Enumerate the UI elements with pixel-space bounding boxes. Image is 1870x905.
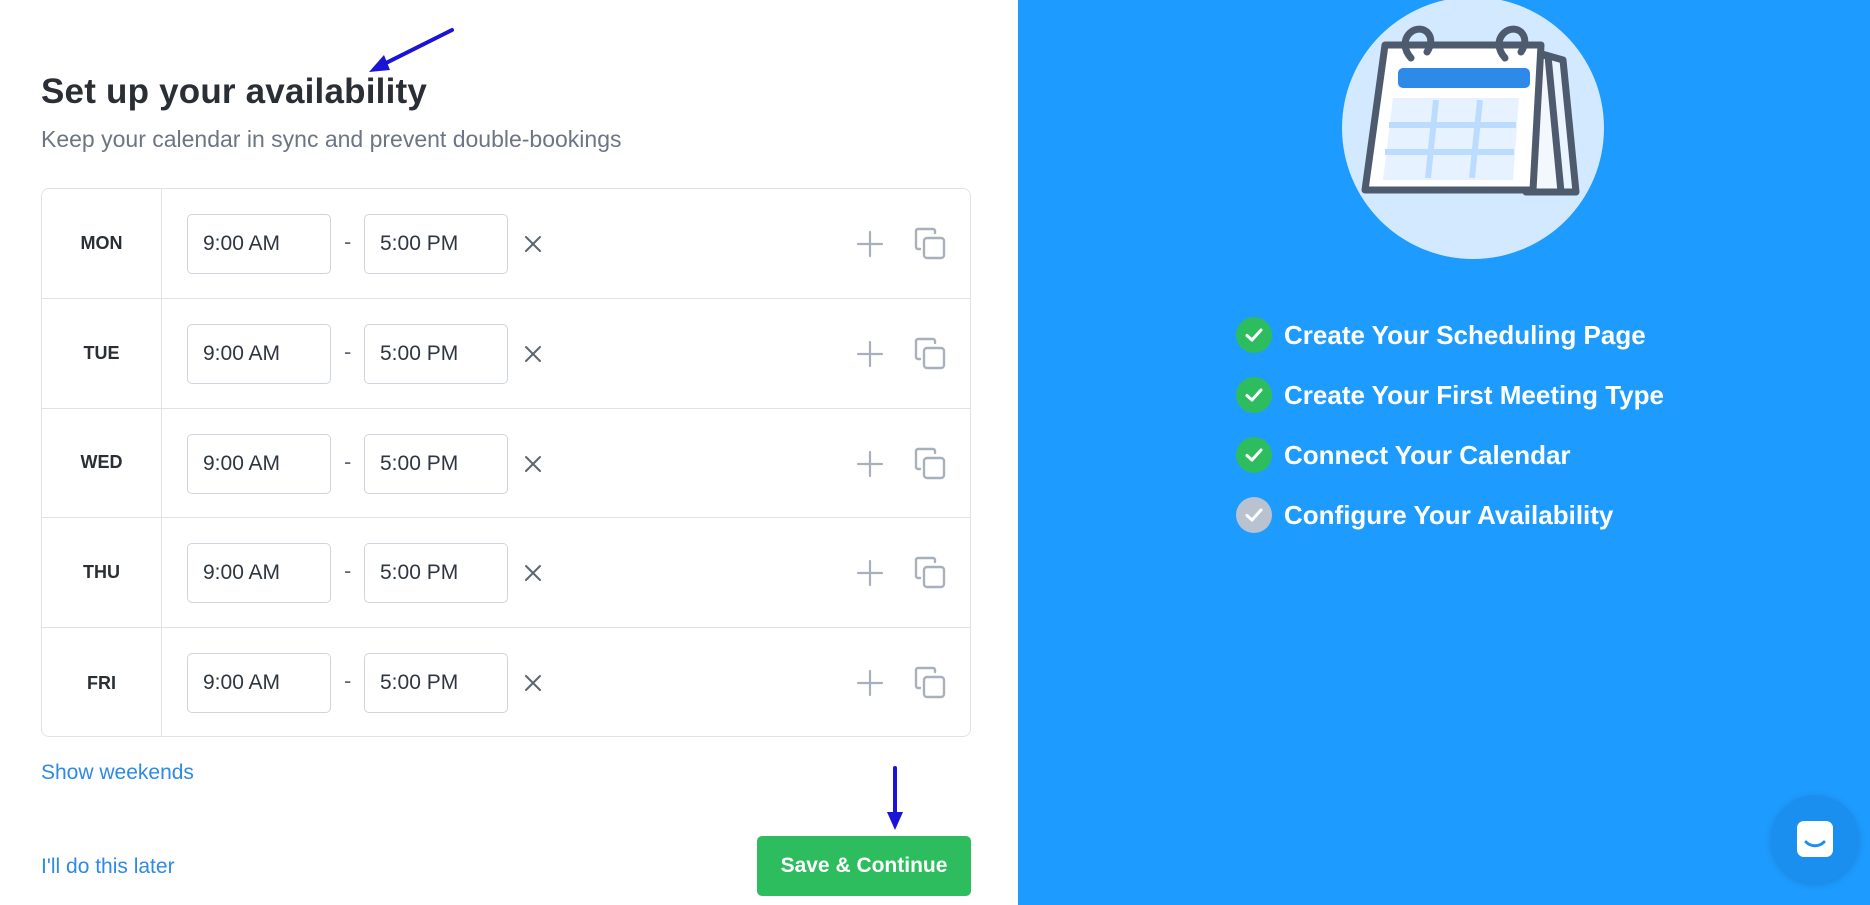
annotation-arrow-icon xyxy=(887,766,903,830)
plus-icon[interactable] xyxy=(850,553,890,593)
close-icon[interactable] xyxy=(516,556,550,590)
step-label: Create Your Scheduling Page xyxy=(1284,319,1646,350)
start-time-input[interactable]: 9:00 AM xyxy=(187,433,331,494)
copy-icon[interactable] xyxy=(910,224,950,264)
page-title: Set up your availability xyxy=(41,72,428,111)
schedule-row-mon: MON 9:00 AM - 5:00 PM xyxy=(42,189,970,299)
plus-icon[interactable] xyxy=(850,444,890,484)
plus-icon[interactable] xyxy=(850,334,890,374)
close-icon[interactable] xyxy=(516,227,550,261)
close-icon[interactable] xyxy=(516,447,550,481)
annotation-arrow-icon xyxy=(369,28,454,72)
start-time-input[interactable]: 9:00 AM xyxy=(187,543,331,604)
save-continue-button[interactable]: Save & Continue xyxy=(757,836,971,896)
onboarding-steps: Create Your Scheduling Page Create Your … xyxy=(1236,305,1664,545)
time-separator: - xyxy=(344,448,352,474)
plus-icon[interactable] xyxy=(850,224,890,264)
onboarding-step: Create Your First Meeting Type xyxy=(1236,365,1664,425)
time-separator: - xyxy=(344,229,352,254)
plus-icon[interactable] xyxy=(850,663,890,703)
day-label: MON xyxy=(42,189,162,298)
end-time-input[interactable]: 5:00 PM xyxy=(364,653,508,714)
step-label: Configure Your Availability xyxy=(1284,499,1614,530)
start-time-input[interactable]: 9:00 AM xyxy=(187,323,331,384)
check-circle-icon xyxy=(1236,437,1272,473)
step-label: Create Your First Meeting Type xyxy=(1284,379,1664,410)
availability-panel: Set up your availability Keep your calen… xyxy=(0,0,1018,905)
schedule-row-wed: WED 9:00 AM - 5:00 PM xyxy=(42,408,970,519)
check-circle-icon xyxy=(1236,377,1272,413)
page-subtitle: Keep your calendar in sync and prevent d… xyxy=(41,126,622,152)
copy-icon[interactable] xyxy=(910,334,950,374)
availability-table: MON 9:00 AM - 5:00 PM TUE 9:00 AM - 5:00… xyxy=(41,188,971,737)
close-icon[interactable] xyxy=(516,337,550,371)
skip-link[interactable]: I'll do this later xyxy=(41,855,175,879)
time-separator: - xyxy=(344,338,352,364)
end-time-input[interactable]: 5:00 PM xyxy=(364,433,508,494)
onboarding-step: Create Your Scheduling Page xyxy=(1236,305,1664,365)
time-separator: - xyxy=(344,668,352,694)
schedule-row-thu: THU 9:00 AM - 5:00 PM xyxy=(42,518,970,629)
end-time-input[interactable]: 5:00 PM xyxy=(364,323,508,384)
day-label: TUE xyxy=(42,298,162,408)
check-circle-icon xyxy=(1236,317,1272,353)
onboarding-step: Connect Your Calendar xyxy=(1236,425,1664,485)
schedule-row-tue: TUE 9:00 AM - 5:00 PM xyxy=(42,298,970,409)
day-label: WED xyxy=(42,408,162,518)
chat-launcher-button[interactable] xyxy=(1771,795,1859,883)
chat-icon xyxy=(1797,821,1833,857)
onboarding-step: Configure Your Availability xyxy=(1236,485,1664,545)
end-time-input[interactable]: 5:00 PM xyxy=(364,543,508,604)
check-circle-icon xyxy=(1236,497,1272,533)
end-time-input[interactable]: 5:00 PM xyxy=(364,214,508,274)
day-label: THU xyxy=(42,518,162,628)
show-weekends-link[interactable]: Show weekends xyxy=(41,761,194,785)
calendar-illustration-icon xyxy=(1342,0,1604,259)
start-time-input[interactable]: 9:00 AM xyxy=(187,653,331,714)
copy-icon[interactable] xyxy=(910,444,950,484)
day-label: FRI xyxy=(42,628,162,736)
onboarding-panel: Create Your Scheduling Page Create Your … xyxy=(1018,0,1870,905)
step-label: Connect Your Calendar xyxy=(1284,439,1571,470)
time-separator: - xyxy=(344,558,352,584)
close-icon[interactable] xyxy=(516,666,550,700)
schedule-row-fri: FRI 9:00 AM - 5:00 PM xyxy=(42,628,970,736)
start-time-input[interactable]: 9:00 AM xyxy=(187,214,331,274)
copy-icon[interactable] xyxy=(910,663,950,703)
copy-icon[interactable] xyxy=(910,553,950,593)
